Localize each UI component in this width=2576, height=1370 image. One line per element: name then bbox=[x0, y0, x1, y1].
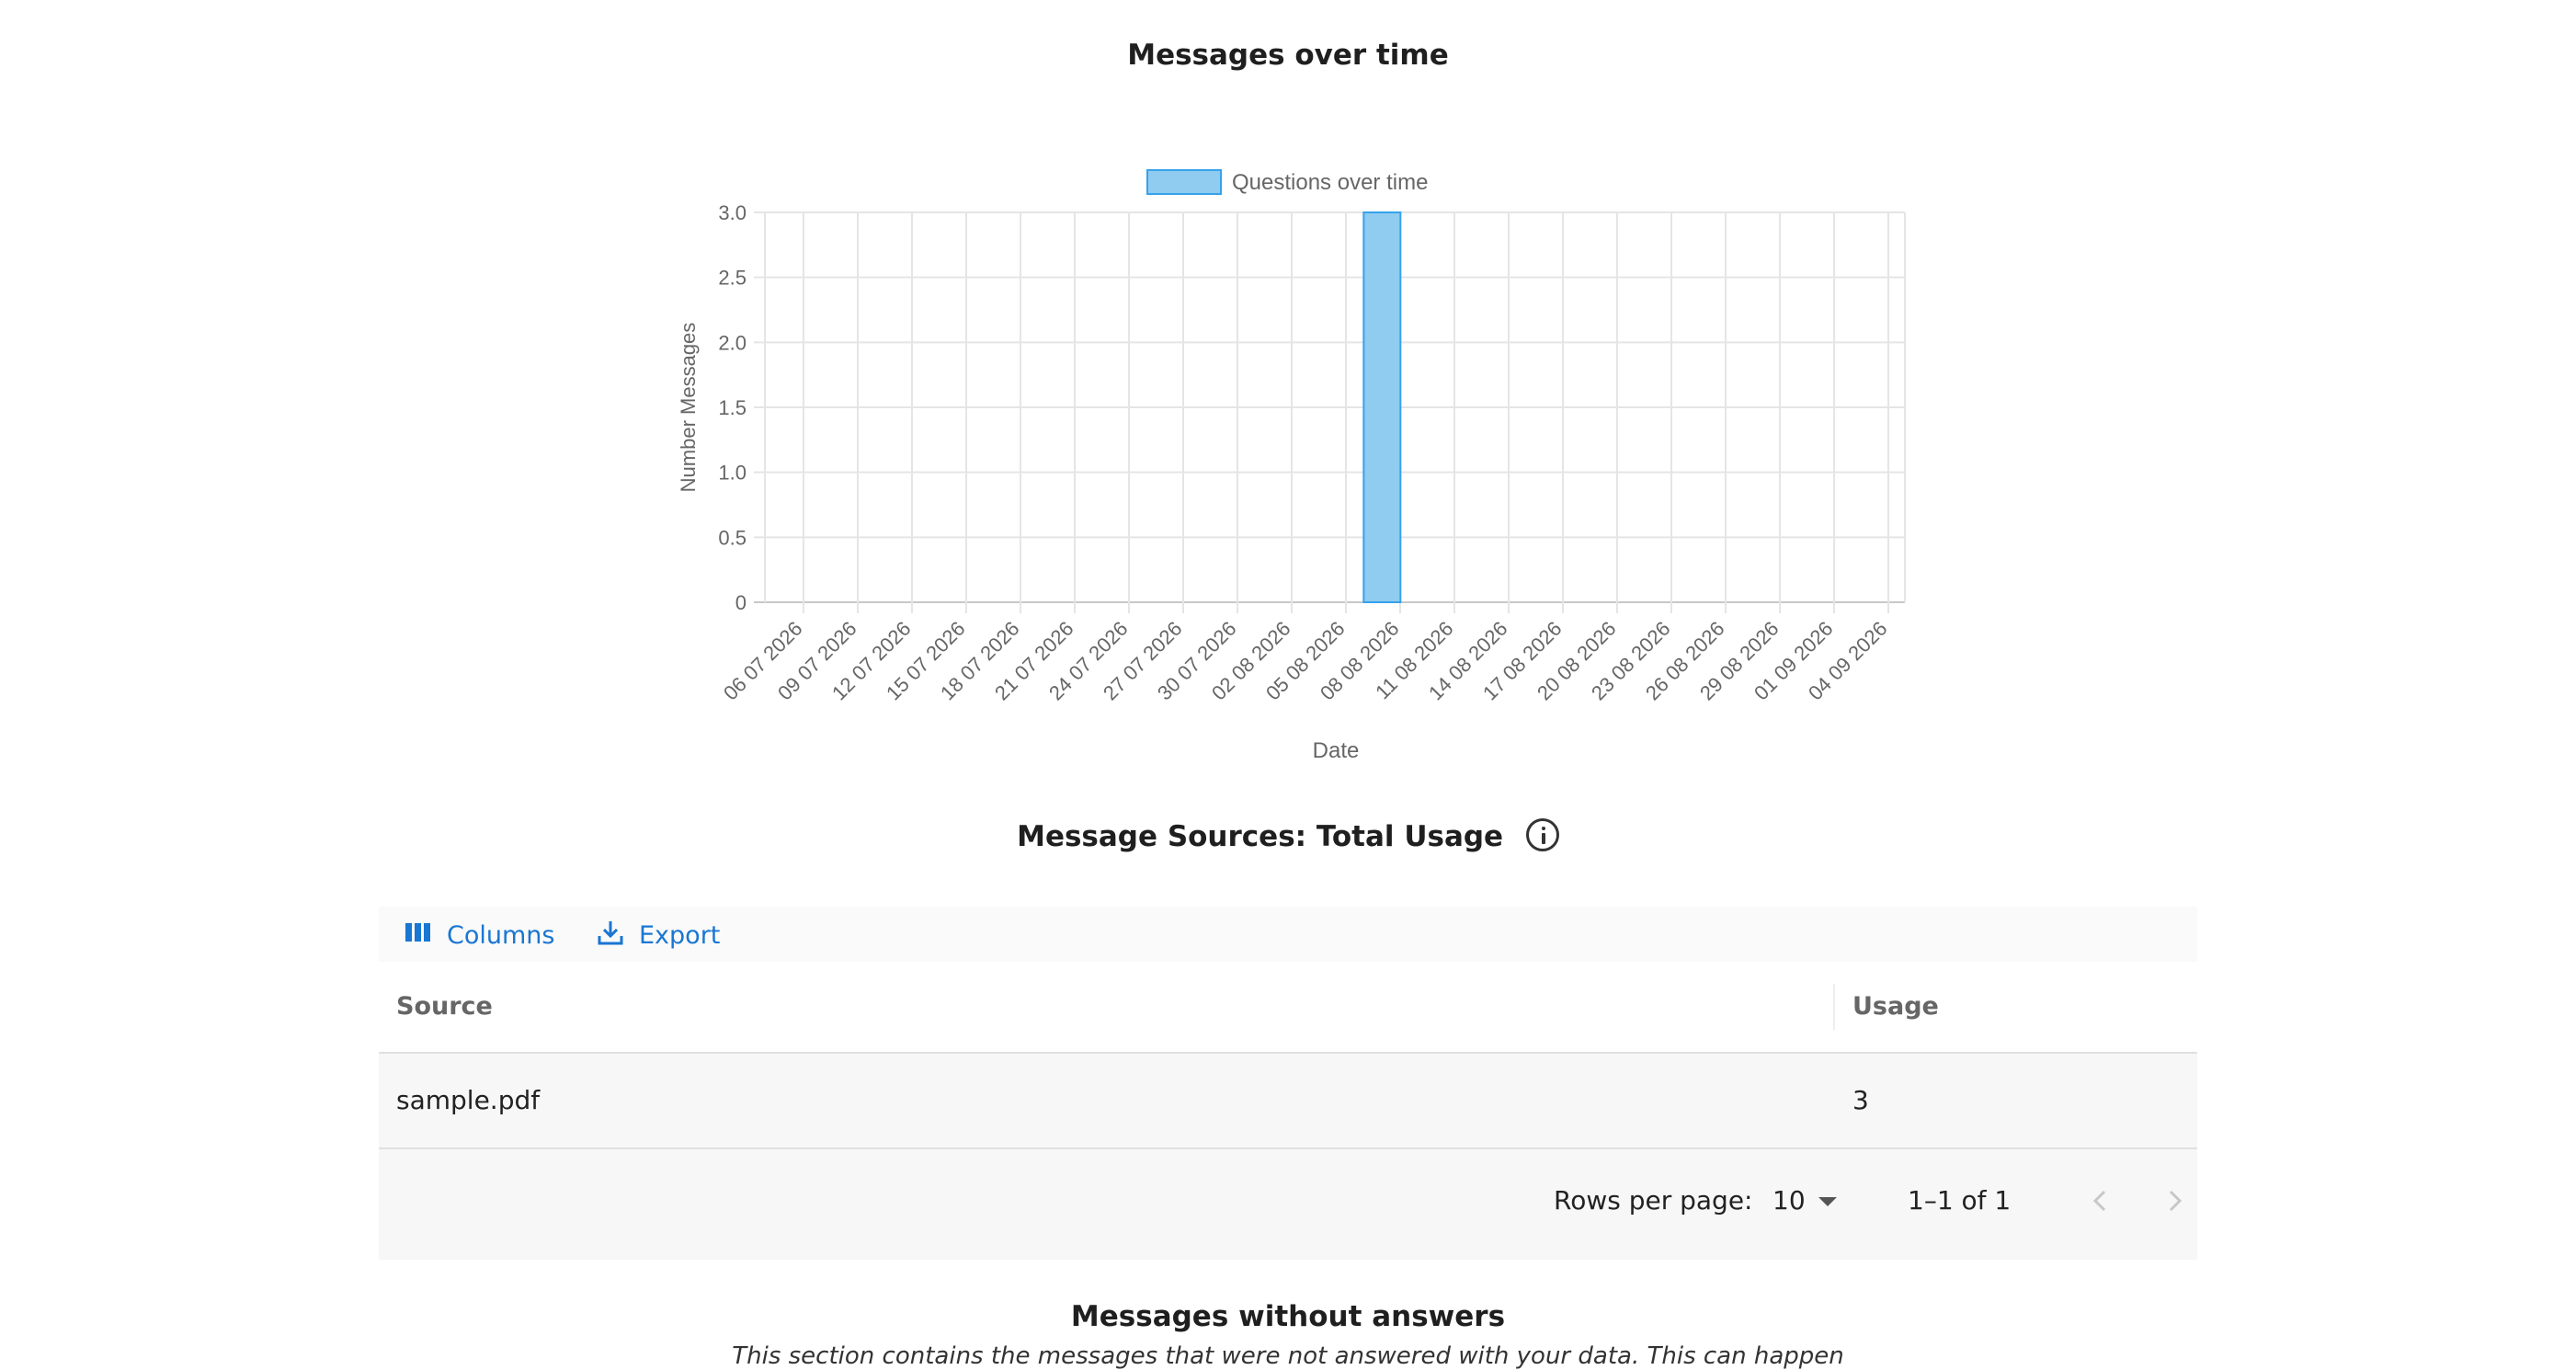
columns-icon bbox=[405, 921, 432, 950]
table-pagination: Rows per page: 10 1–1 of 1 bbox=[379, 1149, 2197, 1260]
export-label: Export bbox=[639, 920, 721, 950]
y-tick-label: 2.5 bbox=[718, 267, 747, 290]
export-button[interactable]: Export bbox=[597, 918, 720, 953]
legend-label: Questions over time bbox=[1232, 170, 1428, 195]
y-tick-label: 1.0 bbox=[718, 462, 747, 485]
table-toolbar: Columns Export bbox=[379, 907, 2197, 962]
cell-source: sample.pdf bbox=[396, 1085, 541, 1115]
y-tick-label: 3.0 bbox=[718, 201, 747, 224]
previous-page-button[interactable] bbox=[2082, 1182, 2119, 1219]
rows-per-page-select[interactable]: 10 bbox=[1772, 1149, 1806, 1252]
sources-table: Columns Export Source Usage sample.pdf 3… bbox=[379, 907, 2197, 1260]
rows-per-page-label: Rows per page: bbox=[1554, 1185, 1753, 1216]
caret-down-icon[interactable] bbox=[1818, 1197, 1837, 1206]
table-row[interactable]: sample.pdf 3 bbox=[379, 1054, 2197, 1149]
y-tick-label: 0.5 bbox=[718, 526, 747, 549]
y-axis-title: Number Messages bbox=[677, 323, 700, 493]
info-icon[interactable] bbox=[1525, 818, 1559, 851]
y-tick-label: 1.5 bbox=[718, 396, 747, 419]
column-header-usage[interactable]: Usage bbox=[1852, 962, 1939, 1052]
sources-title-text: Message Sources: Total Usage bbox=[1017, 820, 1504, 853]
missing-answers-title: Messages without answers bbox=[1070, 1300, 1506, 1333]
messages-chart: 00.51.01.52.02.53.006 07 202609 07 20261… bbox=[677, 169, 1906, 763]
columns-label: Columns bbox=[447, 920, 555, 950]
chevron-right-icon bbox=[2169, 1190, 2183, 1212]
cell-usage: 3 bbox=[1852, 1085, 1869, 1115]
columns-button[interactable]: Columns bbox=[405, 918, 554, 953]
legend-swatch bbox=[1146, 169, 1222, 195]
missing-answers-description: This section contains the messages that … bbox=[732, 1342, 1844, 1370]
chevron-left-icon bbox=[2092, 1190, 2106, 1212]
y-tick-label: 2.0 bbox=[718, 331, 747, 354]
sources-section-title: Message Sources: Total Usage bbox=[0, 818, 2576, 853]
y-tick-label: 0 bbox=[735, 591, 747, 614]
bar bbox=[1362, 211, 1402, 603]
column-header-source[interactable]: Source bbox=[396, 962, 493, 1052]
pagination-range: 1–1 of 1 bbox=[1908, 1185, 2012, 1216]
table-header-row: Source Usage bbox=[379, 962, 2197, 1054]
next-page-button[interactable] bbox=[2156, 1182, 2193, 1219]
x-axis-title: Date bbox=[1313, 738, 1360, 763]
download-icon bbox=[597, 919, 624, 953]
column-separator[interactable] bbox=[1833, 984, 1835, 1030]
